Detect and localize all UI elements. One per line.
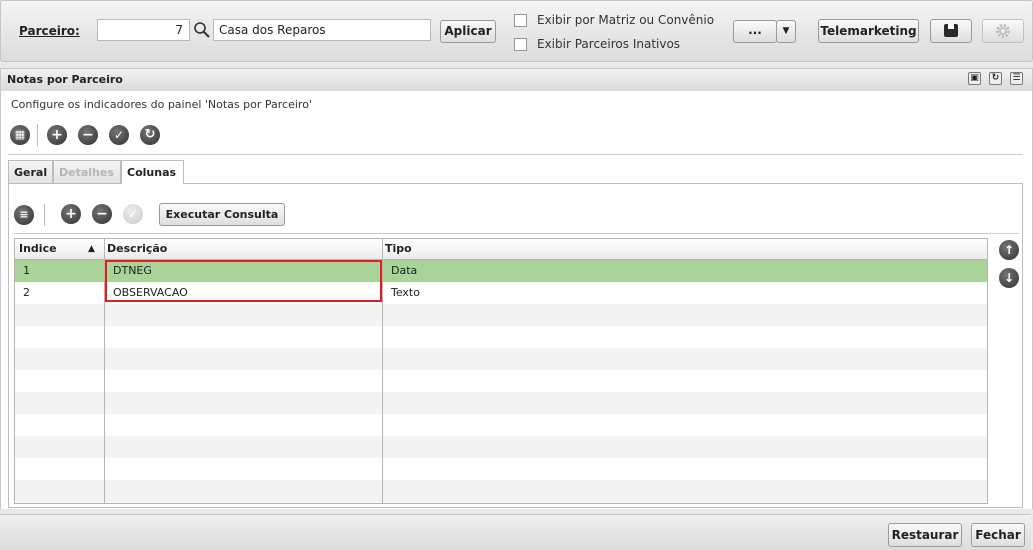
highlight-box [105, 260, 382, 302]
panel-header: Notas por Parceiro ▣ ↻ ☰ [0, 68, 1033, 92]
empty-row [15, 436, 987, 458]
panel-title: Notas por Parceiro [7, 73, 123, 86]
bookmark-icon [944, 24, 958, 37]
cell-tipo: Texto [391, 286, 420, 299]
gear-icon [996, 24, 1010, 38]
remove-icon[interactable]: − [78, 125, 98, 145]
panel-description: Configure os indicadores do painel 'Nota… [11, 98, 312, 111]
empty-row [15, 370, 987, 392]
restore-button[interactable]: Restaurar [888, 523, 962, 547]
confirm-icon[interactable]: ✓ [109, 125, 129, 145]
empty-row [15, 414, 987, 436]
inativos-checkbox[interactable] [514, 38, 527, 51]
telemarketing-button[interactable]: Telemarketing [818, 19, 919, 43]
divider [8, 154, 1023, 155]
apply-button[interactable]: Aplicar [440, 20, 496, 43]
options-menu-icon[interactable]: ☰ [1010, 72, 1023, 85]
toolbar-separator [37, 124, 38, 146]
bookmark-button[interactable] [930, 19, 972, 43]
cell-indice: 2 [23, 286, 30, 299]
column-header-indice[interactable]: Indice [19, 242, 57, 255]
divider [14, 233, 1019, 234]
remove-column-icon[interactable]: − [92, 204, 112, 224]
restore-window-icon[interactable]: ▣ [968, 72, 981, 85]
matriz-checkbox[interactable] [514, 14, 527, 27]
column-list-icon[interactable]: ≡ [14, 205, 34, 225]
parceiro-code-input[interactable]: 7 [97, 19, 190, 41]
empty-row [15, 392, 987, 414]
reload-icon[interactable]: ↻ [140, 125, 160, 145]
grid-header: Indice ▲ Descrição Tipo [15, 239, 987, 260]
active-tab-joint [122, 182, 183, 184]
empty-row [15, 480, 987, 502]
run-query-button[interactable]: Executar Consulta [159, 203, 285, 226]
tab-geral[interactable]: Geral [8, 160, 53, 184]
empty-row [15, 458, 987, 480]
more-options-dropdown[interactable]: ▼ [776, 20, 796, 43]
column-header-descricao[interactable]: Descrição [107, 242, 167, 255]
move-up-icon[interactable]: ↑ [999, 240, 1019, 260]
search-icon[interactable] [193, 21, 211, 39]
empty-row [15, 326, 987, 348]
matriz-checkbox-label: Exibir por Matriz ou Convênio [537, 13, 715, 27]
chevron-down-icon: ▼ [782, 26, 790, 36]
column-header-tipo[interactable]: Tipo [385, 242, 412, 255]
parceiro-label[interactable]: Parceiro: [19, 24, 80, 38]
more-options-button[interactable]: ... [733, 20, 777, 43]
empty-row [15, 304, 987, 326]
parceiro-code-value: 7 [175, 23, 183, 37]
confirm-column-icon: ✓ [123, 204, 143, 224]
empty-row [15, 348, 987, 370]
sort-asc-icon[interactable]: ▲ [88, 244, 95, 254]
top-toolbar: Parceiro: 7 Casa dos Reparos Aplicar Exi… [0, 0, 1033, 62]
toolbar-separator [44, 204, 45, 226]
column-divider [382, 239, 383, 503]
footer-bar: Restaurar Fechar [0, 514, 1031, 550]
inativos-checkbox-label: Exibir Parceiros Inativos [537, 37, 681, 51]
move-down-icon[interactable]: ↓ [999, 268, 1019, 288]
add-column-icon[interactable]: + [61, 204, 81, 224]
parceiro-name-input[interactable]: Casa dos Reparos [213, 19, 431, 41]
refresh-icon[interactable]: ↻ [989, 72, 1002, 85]
settings-button[interactable] [982, 19, 1024, 43]
cell-indice: 1 [23, 264, 30, 277]
tab-detalhes: Detalhes [53, 160, 121, 184]
add-icon[interactable]: + [47, 125, 67, 145]
cell-tipo: Data [391, 264, 418, 277]
parceiro-name-value: Casa dos Reparos [219, 23, 326, 37]
grid-view-icon[interactable]: ▦ [10, 125, 30, 145]
close-button[interactable]: Fechar [971, 523, 1025, 547]
